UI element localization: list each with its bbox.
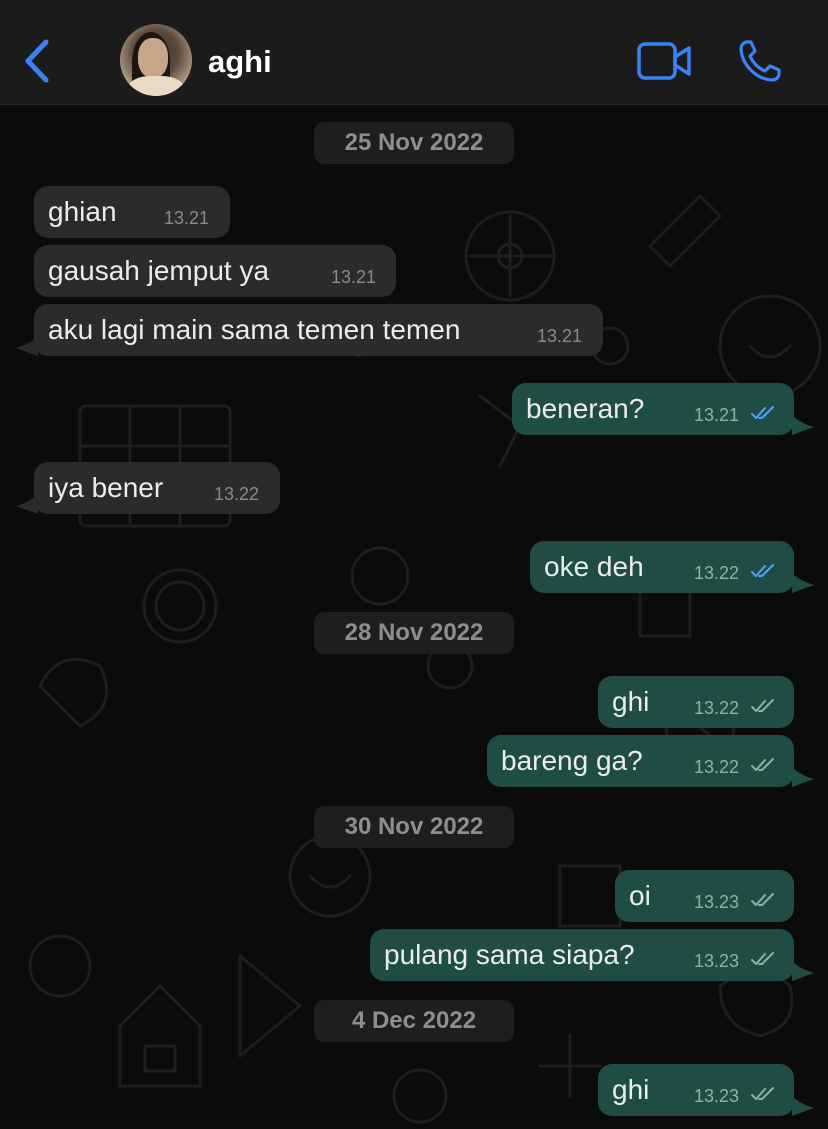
message-bubble-outgoing[interactable]: oke deh 13.22 (530, 541, 794, 593)
message-time: 13.22 (214, 484, 260, 504)
message-text: iya bener (48, 472, 164, 503)
message-text: ghian (48, 196, 117, 227)
double-check-blue-icon (751, 406, 774, 419)
date-separator: 25 Nov 2022 (314, 122, 514, 164)
double-check-grey-icon (751, 1087, 774, 1100)
message-bubble-incoming[interactable]: aku lagi main sama temen temen 13.21 (34, 304, 603, 356)
bubble-tail (16, 336, 38, 356)
message-time: 13.21 (694, 405, 740, 425)
message-bubble-outgoing[interactable]: ghi 13.22 (598, 676, 794, 728)
video-camera-icon[interactable] (636, 40, 692, 82)
message-bubble-outgoing[interactable]: bareng ga? 13.22 (487, 735, 794, 787)
message-text: ghi (612, 1074, 650, 1105)
date-separator: 4 Dec 2022 (314, 1000, 514, 1042)
message-bubble-outgoing[interactable]: pulang sama siapa? 13.23 (370, 929, 794, 981)
message-bubble-incoming[interactable]: gausah jemput ya 13.21 (34, 245, 396, 297)
message-bubble-incoming[interactable]: ghian 13.21 (34, 186, 230, 238)
bubble-tail (792, 415, 814, 435)
message-bubble-incoming[interactable]: iya bener 13.22 (34, 462, 280, 514)
bubble-tail (792, 573, 814, 593)
date-separator: 28 Nov 2022 (314, 612, 514, 654)
message-time: 13.21 (331, 267, 377, 287)
chat-header: aghi (0, 0, 828, 105)
message-time: 13.22 (694, 698, 740, 718)
phone-icon[interactable] (738, 39, 782, 83)
bubble-tail (792, 767, 814, 787)
message-text: beneran? (526, 393, 645, 424)
bubble-tail (16, 494, 38, 514)
message-text: oke deh (544, 551, 644, 582)
message-bubble-outgoing[interactable]: beneran? 13.21 (512, 383, 794, 435)
message-time: 13.23 (694, 1086, 740, 1106)
message-text: gausah jemput ya (48, 255, 270, 286)
message-text: oi (629, 880, 651, 911)
message-text: bareng ga? (501, 745, 643, 776)
bubble-tail (792, 1096, 814, 1116)
contact-name[interactable]: aghi (208, 44, 272, 80)
chevron-left-icon[interactable] (22, 38, 54, 84)
message-text: pulang sama siapa? (384, 939, 635, 970)
double-check-grey-icon (751, 699, 774, 712)
double-check-grey-icon (751, 758, 774, 771)
message-time: 13.23 (694, 892, 740, 912)
message-bubble-outgoing[interactable]: ghi 13.23 (598, 1064, 794, 1116)
message-time: 13.21 (537, 326, 583, 346)
message-time: 13.21 (164, 208, 210, 228)
message-text: ghi (612, 686, 650, 717)
message-time: 13.23 (694, 951, 740, 971)
message-bubble-outgoing[interactable]: oi 13.23 (615, 870, 794, 922)
date-separator: 30 Nov 2022 (314, 806, 514, 848)
avatar[interactable] (120, 24, 192, 96)
bubble-tail (792, 961, 814, 981)
message-time: 13.22 (694, 757, 740, 777)
double-check-blue-icon (751, 564, 774, 577)
double-check-grey-icon (751, 893, 774, 906)
message-time: 13.22 (694, 563, 740, 583)
message-text: aku lagi main sama temen temen (48, 314, 461, 345)
double-check-grey-icon (751, 952, 774, 965)
